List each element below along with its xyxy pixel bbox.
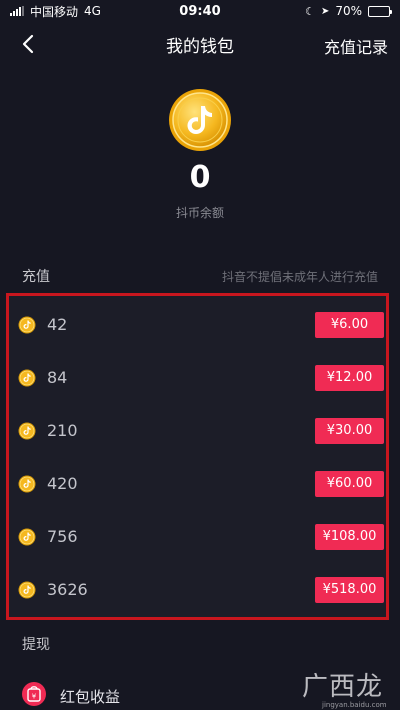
package-coin-amount: 210 [47,421,78,440]
network-type: 4G [84,4,101,18]
recharge-package-row[interactable]: 84 ¥12.00 [9,351,386,404]
recharge-package-row[interactable]: 3626 ¥518.00 [9,563,386,616]
balance-label: 抖币余额 [175,206,224,220]
balance-value: 0 [189,160,211,195]
package-price-button[interactable]: ¥12.00 [315,364,384,391]
package-price-button[interactable]: ¥60.00 [315,470,384,497]
chevron-left-icon [22,34,34,54]
status-right: ☾ ➤ 70% [305,4,392,18]
package-coin-amount: 3626 [47,580,88,599]
douyin-coin-icon [169,89,231,151]
minor-warning-note: 抖音不提倡未成年人进行充值 [221,269,378,284]
package-price-button[interactable]: ¥108.00 [315,523,384,550]
recharge-package-row[interactable]: 210 ¥30.00 [9,404,386,457]
package-coin-amount: 84 [47,368,68,387]
redpacket-icon: ¥ [22,682,46,706]
package-coin-amount: 420 [47,474,78,493]
package-price-button[interactable]: ¥30.00 [315,417,384,444]
page-title: 我的钱包 [166,36,234,57]
recharge-section-header: 充值 抖音不提倡未成年人进行充值 [0,262,400,290]
coin-icon [18,581,36,598]
location-icon: ➤ [320,5,330,17]
recharge-package-row[interactable]: 756 ¥108.00 [9,510,386,563]
battery-percent: 70% [335,4,362,18]
coin-icon [18,316,36,333]
coin-icon [18,369,36,386]
recharge-package-row[interactable]: 420 ¥60.00 [9,457,386,510]
status-left: 中国移动 4G [10,3,101,20]
withdraw-section-title: 提现 [22,637,50,653]
status-bar: 中国移动 4G 09:40 ☾ ➤ 70% [0,0,400,22]
carrier-name: 中国移动 [30,4,79,19]
battery-icon [368,5,392,17]
do-not-disturb-icon: ☾ [305,4,315,18]
package-price-button[interactable]: ¥518.00 [315,576,384,603]
package-coin-amount: 42 [47,315,68,334]
recharge-package-row[interactable]: 42 ¥6.00 [9,298,386,351]
recharge-package-list: 42 ¥6.00 84 ¥12.00 210 ¥30.00 420 ¥60.00 756 ¥108… [6,293,389,620]
back-button[interactable] [14,30,42,58]
signal-strength-icon [10,6,24,16]
svg-text:¥: ¥ [32,693,37,701]
package-coin-amount: 756 [47,527,78,546]
site-watermark: 广西龙网 jingyan.baidu.com [292,666,396,710]
redpacket-earnings-label: 红包收益 [60,688,121,706]
nav-bar: 我的钱包 充值记录 [0,22,400,66]
watermark-sub-text: jingyan.baidu.com [322,701,387,709]
recharge-history-link[interactable]: 充值记录 [324,34,388,58]
coin-icon [18,528,36,545]
package-price-button[interactable]: ¥6.00 [315,311,384,338]
coin-icon [18,422,36,439]
coin-icon [18,475,36,492]
recharge-section-title: 充值 [22,269,50,285]
